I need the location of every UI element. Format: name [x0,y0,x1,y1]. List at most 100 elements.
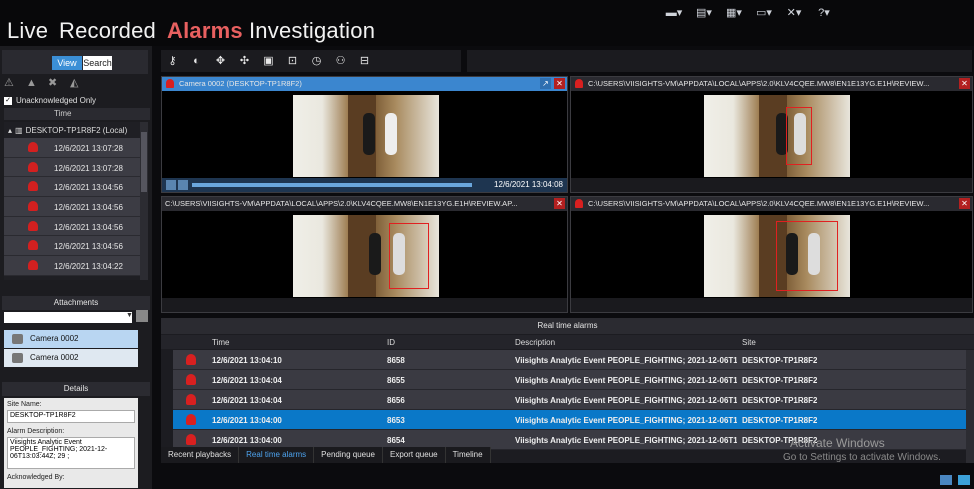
alarms-scrollbar[interactable] [966,350,974,463]
attachment-camera-item[interactable]: Camera 0002 [4,349,138,367]
alarm-table-row[interactable]: 12/6/2021 13:04:00 8653 Viisights Analytic… [173,410,970,430]
alarm-description-field[interactable]: Viisights Analytic Event PEOPLE_FIGHTING… [7,437,135,469]
details-header[interactable]: Details [2,382,150,396]
attachment-camera-item[interactable]: Camera 0002 [4,330,138,348]
key-icon[interactable]: ⚷ [165,55,180,68]
tab-alarms[interactable]: Alarms [167,18,243,44]
network-icon[interactable] [958,475,970,485]
cell-id: 8658 [387,356,405,365]
video-frame [293,215,439,297]
alarm-list-item[interactable]: 12/6/2021 13:07:28 [4,138,140,158]
col-description[interactable]: Description [515,338,555,347]
attachment-settings-icon[interactable] [136,310,148,322]
alarm-list-item[interactable]: 12/6/2021 13:04:56 [4,236,140,257]
alarm-list-item[interactable]: 12/6/2021 13:04:56 [4,216,140,237]
search-button[interactable]: Search [83,56,112,70]
expand-icon[interactable]: ↗ [540,78,551,89]
real-time-alarms-title[interactable]: Real time alarms [161,318,974,334]
alarm-bell-icon [575,79,583,88]
cell-site: DESKTOP-TP1R8F2 [742,416,818,425]
tab-recent-playbacks[interactable]: Recent playbacks [161,447,240,463]
move-icon[interactable]: ✣ [237,55,252,68]
close-icon[interactable]: ✕ [554,198,565,209]
unacknowledged-checkbox[interactable]: ✓ Unacknowledged Only [4,96,96,105]
tab-recorded[interactable]: Recorded [59,18,156,44]
layout-icon[interactable]: ▦▾ [724,5,744,21]
alarm-list-scrollbar[interactable] [140,122,148,280]
tile-header: Camera 0002 (DESKTOP-TP1R8F2) [162,77,567,91]
col-site[interactable]: Site [742,338,756,347]
play-icon[interactable] [166,180,176,190]
alarm-tree: ▴ ▥ DESKTOP-TP1R8F2 (Local) 12/6/2021 13… [4,122,140,280]
alarm-list-item[interactable]: 12/6/2021 13:04:56 [4,177,140,198]
close-icon[interactable]: ✕ [959,78,970,89]
site-name-field[interactable]: DESKTOP-TP1R8F2 [7,410,135,423]
monitor-icon[interactable] [940,475,952,485]
alarm-table-row[interactable]: 12/6/2021 13:04:04 8656 Viisights Analytic… [173,390,970,410]
close-icon[interactable]: ✕ [959,198,970,209]
alarm-table-row[interactable]: 12/6/2021 13:04:10 8658 Viisights Analytic… [173,350,970,370]
snapshot-icon[interactable]: ▣ [261,55,276,68]
chevron-down-icon[interactable]: ▼ [126,312,133,319]
alarm-bell-icon [28,201,38,212]
attachments-dropdown[interactable] [4,312,132,323]
alarm-list-item[interactable]: 12/6/2021 13:07:28 [4,157,140,178]
windows-icon[interactable]: ▭▾ [754,5,774,21]
alarm-bell-icon [28,181,38,192]
close-icon[interactable]: ✕ [554,78,565,89]
tile-footer [571,178,972,192]
cell-id: 8653 [387,416,405,425]
playback-slider[interactable] [192,183,472,187]
ptz-icon[interactable]: ✥ [213,55,228,68]
tools-icon[interactable]: ✕▾ [784,5,804,21]
alarm-bell-icon [28,142,38,152]
alarm-delete-icon[interactable]: ✖ [48,76,62,90]
tab-timeline[interactable]: Timeline [445,447,491,463]
cell-description: Viisights Analytic Event PEOPLE_FIGHTING… [515,356,737,365]
camera-icon[interactable]: ⊡ [285,55,300,68]
alarm-list-item[interactable]: 12/6/2021 13:04:56 [4,197,140,217]
video-tile-2[interactable]: C:\USERS\VIISIGHTS-VM\APPDATA\LOCAL\APPS… [570,76,973,193]
attachments-header[interactable]: Attachments [2,296,150,310]
tab-pending-queue[interactable]: Pending queue [314,447,383,463]
video-tile-4[interactable]: C:\USERS\VIISIGHTS-VM\APPDATA\LOCAL\APPS… [570,196,973,313]
playback-bar[interactable]: 12/6/2021 13:04:08 [162,178,567,192]
alarm-bell-icon [28,161,38,172]
cell-time: 12/6/2021 13:04:10 [212,356,282,365]
video-tile-1[interactable]: Camera 0002 (DESKTOP-TP1R8F2) ↗ ✕ 12/6/2… [161,76,568,193]
checkbox-icon[interactable]: ✓ [4,96,12,105]
cell-id: 8655 [387,376,405,385]
expand-icon[interactable]: ▴ [8,126,12,135]
server-label: DESKTOP-TP1R8F2 (Local) [25,125,128,135]
tab-real-time-alarms[interactable]: Real time alarms [239,447,315,463]
tree-root-server[interactable]: ▴ ▥ DESKTOP-TP1R8F2 (Local) [4,122,140,138]
alarm-up-icon[interactable]: ▲ [26,76,40,90]
alarm-table-row[interactable]: 12/6/2021 13:04:04 8655 Viisights Analytic… [173,370,970,390]
col-id[interactable]: ID [387,338,395,347]
monitor-icon[interactable]: ▬▾ [664,5,684,21]
camera-icon [12,353,23,363]
alarm-list-item[interactable]: 12/6/2021 13:04:22 [4,256,140,276]
alarm-filter-icon[interactable]: ◭ [70,76,84,90]
view-button[interactable]: View [52,56,82,70]
video-tile-3[interactable]: C:\USERS\VIISIGHTS-VM\APPDATA\LOCAL\APPS… [161,196,568,313]
share-icon[interactable]: ⚇ [333,55,348,68]
server-icon[interactable]: ▤▾ [694,5,714,21]
col-time[interactable]: Time [212,338,229,347]
help-icon[interactable]: ?▾ [814,5,834,21]
export-icon[interactable]: ⊟ [357,55,372,68]
tab-export-queue[interactable]: Export queue [383,447,446,463]
acknowledge-icon[interactable]: ⚠ [4,76,18,90]
clock-icon[interactable]: ◷ [309,55,324,68]
tile-footer [162,298,567,312]
tab-live[interactable]: Live [7,18,48,44]
cell-site: DESKTOP-TP1R8F2 [742,396,818,405]
toolbar-right-area [467,50,972,72]
time-column-header[interactable]: Time [54,109,71,118]
top-navigation: Live Recorded Alarms Investigation ▬▾ ▤▾… [0,0,974,46]
tab-investigation[interactable]: Investigation [249,18,375,44]
toggle-icon[interactable]: ◐ [189,55,204,68]
alarm-time: 12/6/2021 13:07:28 [54,144,123,153]
step-icon[interactable] [178,180,188,190]
cell-description: Viisights Analytic Event PEOPLE_FIGHTING… [515,416,737,425]
